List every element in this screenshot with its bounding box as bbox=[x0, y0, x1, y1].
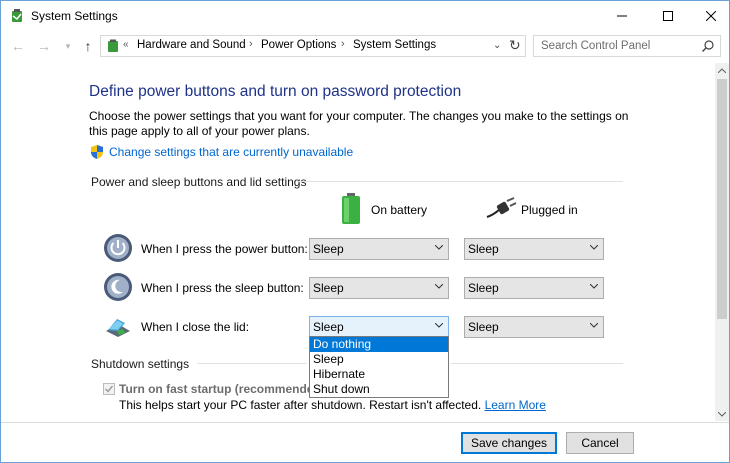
close-lid-battery-dropdown-list: Do nothing Sleep Hibernate Shut down bbox=[309, 336, 449, 398]
dropdown-option-shut-down[interactable]: Shut down bbox=[310, 382, 448, 397]
power-button-label: When I press the power button: bbox=[141, 242, 308, 256]
sleep-button-battery-select[interactable]: Sleep bbox=[309, 277, 449, 299]
breadcrumb-separator-icon[interactable]: › bbox=[341, 38, 345, 50]
power-button-plugged-value: Sleep bbox=[468, 242, 499, 256]
power-options-app-icon bbox=[12, 9, 22, 22]
close-icon bbox=[706, 11, 716, 21]
change-settings-link[interactable]: Change settings that are currently unava… bbox=[109, 145, 353, 159]
address-bar[interactable]: « Hardware and Sound › Power Options › S… bbox=[100, 35, 526, 57]
close-lid-battery-select[interactable]: Sleep bbox=[309, 316, 449, 338]
navigation-bar: ← → ▾ ↑ « Hardware and Sound › Power Opt… bbox=[1, 31, 729, 61]
title-bar: System Settings bbox=[1, 1, 729, 31]
scroll-up-arrow-icon[interactable] bbox=[715, 63, 729, 77]
power-button-battery-value: Sleep bbox=[313, 242, 344, 256]
search-icon[interactable] bbox=[701, 39, 715, 53]
address-dropdown-chevron-icon[interactable]: ⌄ bbox=[493, 40, 501, 51]
section-divider bbox=[197, 363, 307, 364]
power-section-label: Power and sleep buttons and lid settings bbox=[91, 175, 307, 189]
chevron-down-icon bbox=[590, 323, 598, 328]
plugged-in-header: Plugged in bbox=[521, 203, 578, 217]
chevron-down-icon bbox=[590, 284, 598, 289]
window-title: System Settings bbox=[31, 9, 118, 23]
content-pane: Define power buttons and turn on passwor… bbox=[1, 63, 715, 421]
close-lid-plugged-value: Sleep bbox=[468, 320, 499, 334]
close-lid-plugged-select[interactable]: Sleep bbox=[464, 316, 604, 338]
chevron-down-icon bbox=[590, 245, 598, 250]
control-panel-icon bbox=[108, 39, 118, 52]
power-button-icon bbox=[104, 234, 132, 262]
learn-more-link[interactable]: Learn More bbox=[485, 398, 546, 412]
sleep-button-label: When I press the sleep button: bbox=[141, 281, 304, 295]
section-divider bbox=[451, 363, 623, 364]
vertical-scrollbar[interactable] bbox=[715, 63, 729, 421]
on-battery-header: On battery bbox=[371, 203, 428, 217]
section-divider bbox=[297, 181, 623, 182]
close-button[interactable] bbox=[691, 1, 730, 31]
maximize-button[interactable] bbox=[645, 1, 691, 31]
forward-arrow-icon[interactable]: → bbox=[35, 37, 53, 55]
cancel-button[interactable]: Cancel bbox=[566, 432, 634, 454]
scrollbar-thumb[interactable] bbox=[717, 79, 727, 319]
power-button-battery-select[interactable]: Sleep bbox=[309, 238, 449, 260]
sleep-button-plugged-select[interactable]: Sleep bbox=[464, 277, 604, 299]
dropdown-option-do-nothing[interactable]: Do nothing bbox=[310, 337, 448, 352]
chevron-down-icon bbox=[435, 245, 443, 250]
chevron-down-icon bbox=[435, 284, 443, 289]
system-settings-window: System Settings ← → ▾ ↑ « Hardware and S… bbox=[0, 0, 730, 463]
page-description: Choose the power settings that you want … bbox=[89, 109, 629, 138]
sleep-button-plugged-value: Sleep bbox=[468, 281, 499, 295]
fast-startup-description-text: This helps start your PC faster after sh… bbox=[119, 398, 482, 412]
breadcrumb-separator-icon[interactable]: › bbox=[249, 38, 253, 50]
fast-startup-checkbox[interactable] bbox=[103, 383, 115, 395]
breadcrumb-power-options[interactable]: Power Options bbox=[261, 39, 336, 51]
uac-shield-icon bbox=[91, 145, 103, 159]
dropdown-option-hibernate[interactable]: Hibernate bbox=[310, 367, 448, 382]
page-title: Define power buttons and turn on passwor… bbox=[89, 83, 462, 100]
search-box[interactable]: Search Control Panel bbox=[533, 35, 721, 57]
scroll-down-arrow-icon[interactable] bbox=[715, 407, 729, 421]
power-button-plugged-select[interactable]: Sleep bbox=[464, 238, 604, 260]
sleep-button-battery-value: Sleep bbox=[313, 281, 344, 295]
dropdown-option-sleep[interactable]: Sleep bbox=[310, 352, 448, 367]
up-arrow-icon[interactable]: ↑ bbox=[79, 37, 97, 55]
back-arrow-icon[interactable]: ← bbox=[9, 37, 27, 55]
battery-icon bbox=[342, 193, 360, 224]
shutdown-section-label: Shutdown settings bbox=[91, 357, 190, 371]
breadcrumb-system-settings[interactable]: System Settings bbox=[353, 39, 436, 51]
checkmark-icon bbox=[105, 385, 114, 393]
save-changes-button[interactable]: Save changes bbox=[461, 432, 557, 454]
maximize-icon bbox=[663, 11, 673, 21]
minimize-icon bbox=[617, 15, 627, 17]
laptop-lid-icon bbox=[106, 319, 130, 337]
sleep-button-icon bbox=[104, 273, 132, 301]
close-lid-label: When I close the lid: bbox=[141, 320, 250, 334]
minimize-button[interactable] bbox=[599, 1, 645, 31]
footer-bar: Save changes Cancel bbox=[1, 422, 729, 462]
fast-startup-description: This helps start your PC faster after sh… bbox=[119, 398, 546, 412]
close-lid-battery-value: Sleep bbox=[313, 320, 344, 334]
address-overflow-chevron-icon[interactable]: « bbox=[123, 39, 129, 50]
chevron-down-icon bbox=[435, 323, 443, 328]
recent-locations-chevron-icon[interactable]: ▾ bbox=[59, 37, 77, 55]
breadcrumb-hardware-and-sound[interactable]: Hardware and Sound bbox=[137, 39, 246, 51]
refresh-icon[interactable]: ↻ bbox=[509, 37, 521, 54]
fast-startup-label: Turn on fast startup (recommended) bbox=[119, 382, 325, 396]
plug-icon bbox=[486, 197, 517, 218]
search-placeholder[interactable]: Search Control Panel bbox=[541, 40, 650, 52]
